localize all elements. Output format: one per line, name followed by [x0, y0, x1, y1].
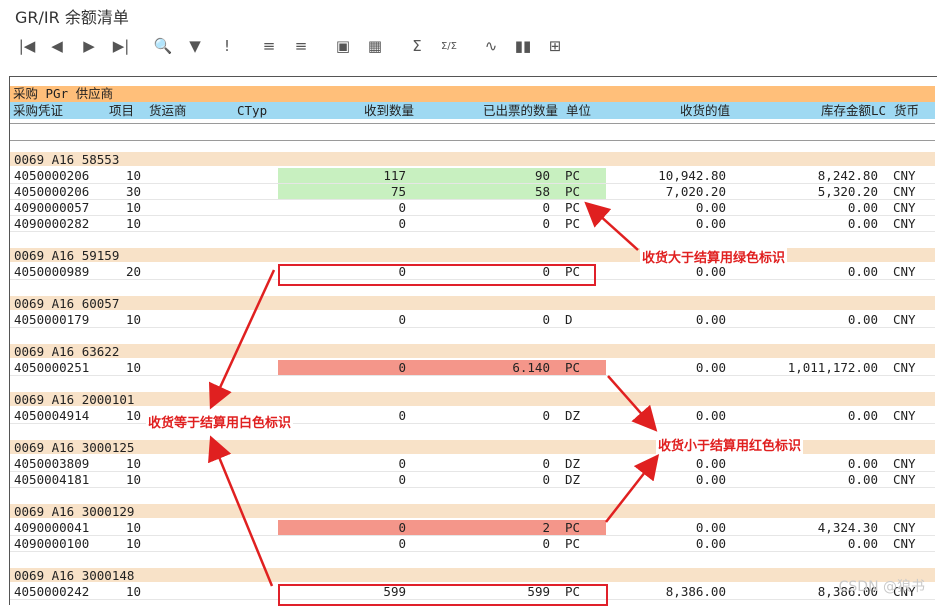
arrow-red-up [607, 375, 658, 432]
arrow-white-down [208, 435, 274, 587]
arrow-white-up [208, 269, 276, 410]
watermark: CSDN @狼书 [838, 579, 925, 595]
arrow-red-down [605, 454, 660, 523]
annotation-arrows [208, 201, 660, 587]
arrow-green [584, 201, 639, 251]
